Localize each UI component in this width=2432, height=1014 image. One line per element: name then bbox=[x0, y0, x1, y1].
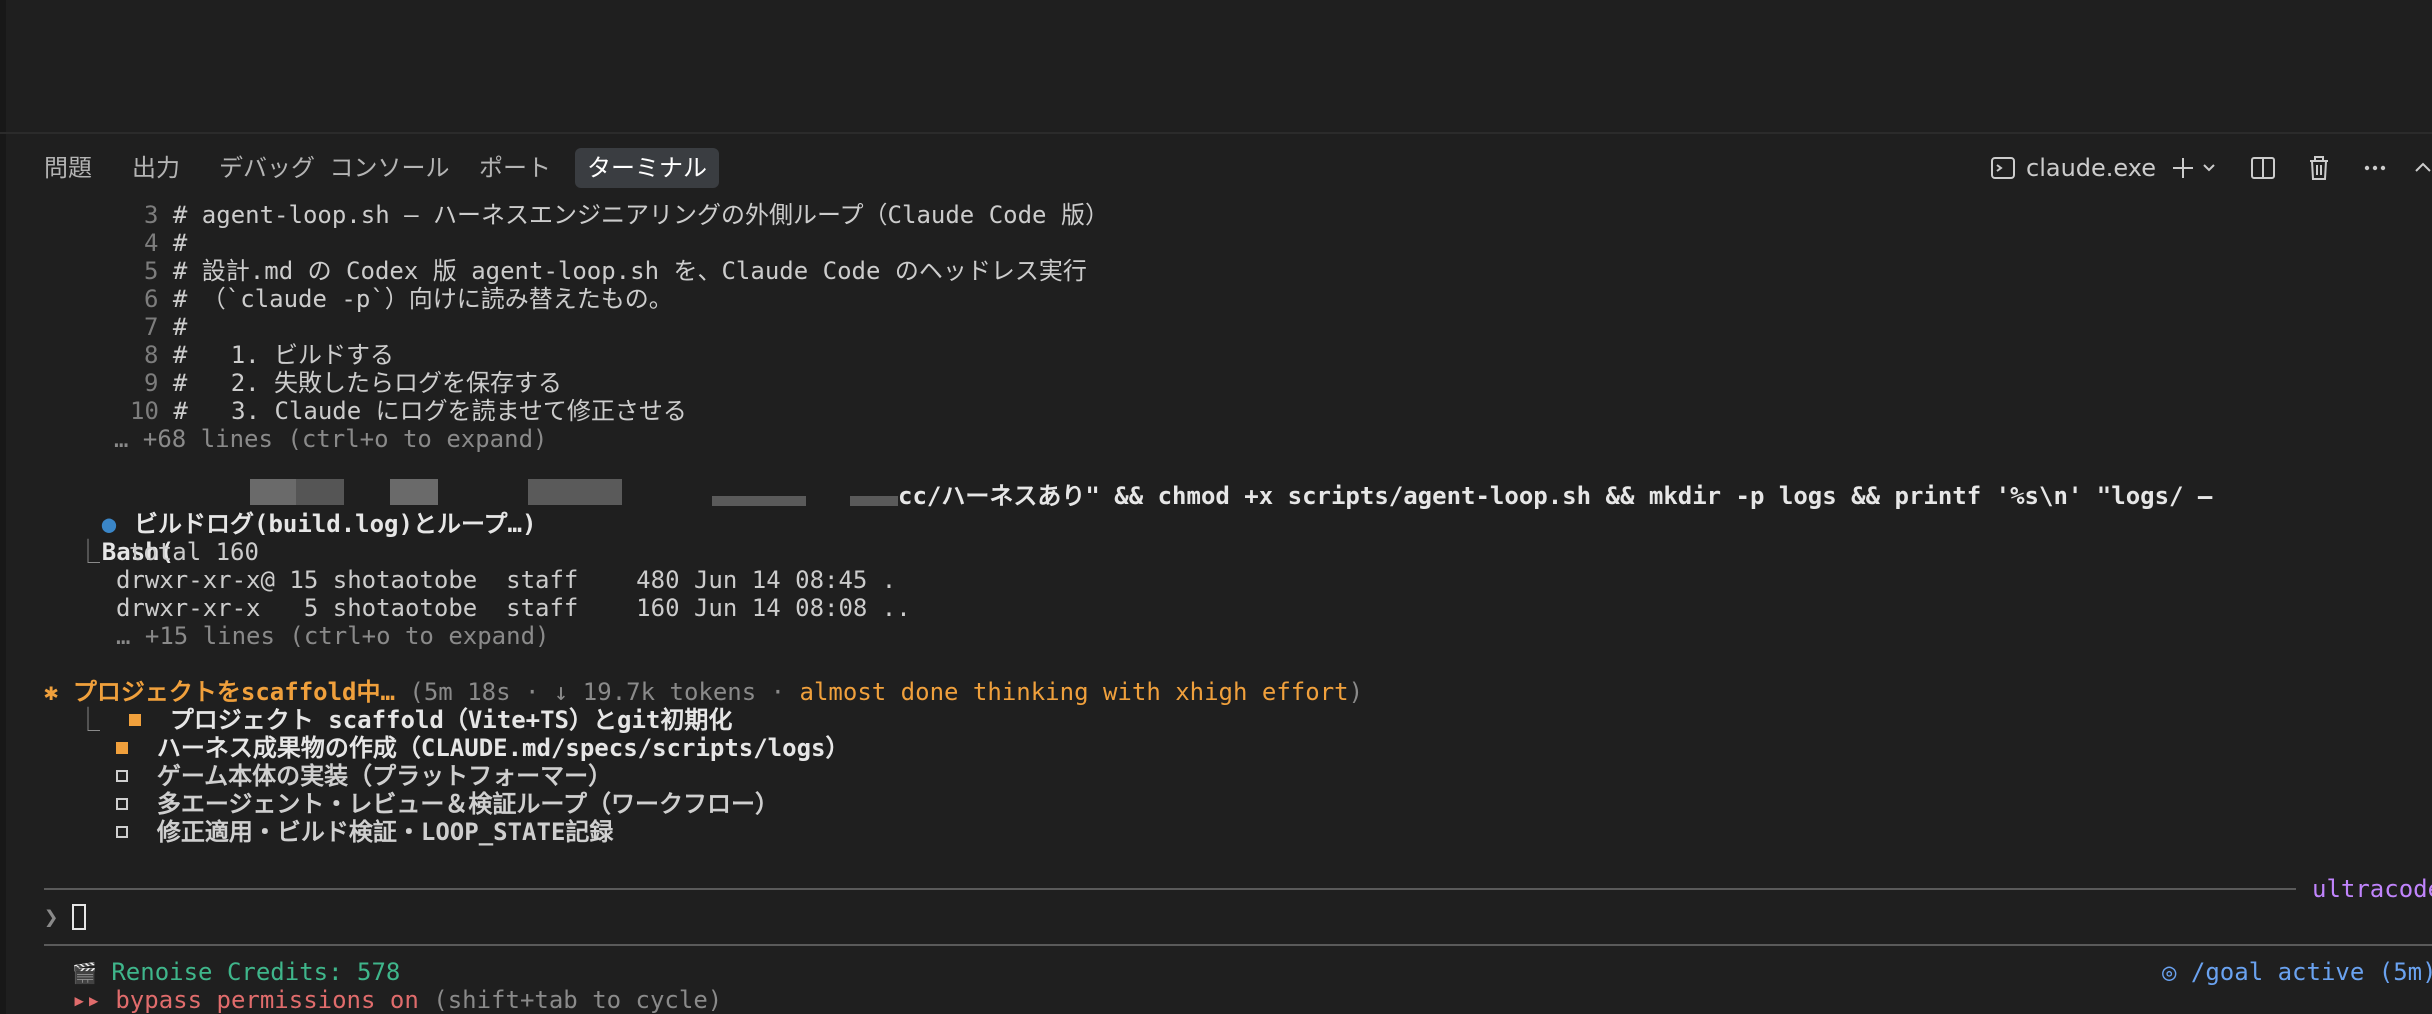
kill-terminal-button[interactable] bbox=[2306, 146, 2332, 190]
todo-pending-icon bbox=[116, 797, 128, 810]
redacted-text bbox=[850, 496, 898, 506]
status-line: ✱ プロジェクトをscaffold中… (5m 18s · ↓ 19.7k to… bbox=[44, 678, 1364, 706]
todo-item: ゲーム本体の実装（プラットフォーマー） bbox=[116, 762, 612, 790]
plus-icon bbox=[2170, 155, 2196, 181]
redacted-text bbox=[296, 479, 344, 505]
split-icon bbox=[2250, 155, 2276, 181]
todo-in-progress-icon bbox=[116, 741, 128, 754]
redacted-text bbox=[528, 479, 622, 505]
tab-output[interactable]: 出力 bbox=[120, 148, 192, 188]
trash-icon bbox=[2306, 155, 2332, 181]
chevron-down-icon[interactable] bbox=[2202, 161, 2216, 175]
todo-pending-icon bbox=[116, 825, 128, 838]
new-terminal-button[interactable] bbox=[2170, 146, 2216, 190]
split-terminal-button[interactable] bbox=[2250, 146, 2276, 190]
todo-item: 修正適用・ビルド検証・LOOP_STATE記録 bbox=[116, 818, 613, 846]
output-line: drwxr-xr-x 5 shotaotobe staff 160 Jun 14… bbox=[116, 594, 911, 622]
chevron-up-icon bbox=[2414, 159, 2432, 177]
tree-corner-icon: ⎿ bbox=[76, 706, 100, 734]
tab-problems[interactable]: 問題 bbox=[32, 148, 104, 188]
tree-corner-icon: ⎿ bbox=[76, 538, 100, 566]
terminal-icon bbox=[1990, 155, 2016, 181]
bash-call-line: ● Bash( bbox=[101, 510, 175, 566]
output-line: ⎿ total 160 bbox=[76, 538, 259, 566]
todo-pending-icon bbox=[116, 769, 128, 782]
input-separator-top bbox=[44, 888, 2296, 890]
editor-area bbox=[0, 0, 2432, 132]
redacted-text bbox=[390, 479, 438, 505]
prompt-symbol: ❯ bbox=[44, 903, 59, 931]
bash-command-text: cc/ハーネスあり" && chmod +x scripts/agent-loo… bbox=[898, 482, 2213, 510]
redacted-text bbox=[712, 496, 806, 506]
todo-item: 多エージェント・レビュー＆検証ループ（ワークフロー） bbox=[116, 790, 779, 818]
code-line: 7 # bbox=[144, 313, 188, 341]
todo-item: ⎿ プロジェクト scaffold（Vite+TS）とgit初期化 bbox=[76, 706, 733, 734]
code-line: 9 # 2. 失敗したらログを保存する bbox=[144, 369, 563, 397]
tab-ports[interactable]: ポート bbox=[467, 148, 563, 188]
tab-debug-console[interactable]: デバッグ コンソール bbox=[207, 148, 461, 188]
credits-line: 🎬 Renoise Credits: 578 bbox=[72, 958, 401, 986]
spinner-star-icon: ✱ bbox=[44, 678, 59, 706]
bypass-permissions-line[interactable]: ▸▸ bypass permissions on (shift+tab to c… bbox=[72, 986, 722, 1014]
more-actions-button[interactable] bbox=[2362, 146, 2388, 190]
bullet-dot-icon: ● bbox=[101, 510, 117, 538]
terminal-name: claude.exe bbox=[2026, 154, 2156, 182]
expand-hint[interactable]: … +68 lines (ctrl+o to expand) bbox=[114, 425, 547, 453]
todo-in-progress-icon bbox=[128, 713, 141, 726]
code-line: 5 # 設計.md の Codex 版 agent-loop.sh を、Clau… bbox=[144, 257, 1087, 285]
code-line: 4 # bbox=[144, 229, 188, 257]
code-line: 6 # （`claude -p`）向けに読み替えたもの。 bbox=[144, 285, 673, 313]
code-line: 10 # 3. Claude にログを読ませて修正させる bbox=[130, 397, 687, 425]
double-arrow-icon: ▸▸ bbox=[72, 986, 101, 1014]
terminal-selector[interactable]: claude.exe bbox=[1990, 146, 2156, 190]
code-line: 8 # 1. ビルドする bbox=[144, 341, 395, 369]
input-separator-bottom bbox=[44, 944, 2432, 946]
todo-item: ハーネス成果物の作成（CLAUDE.md/specs/scripts/logs） bbox=[116, 734, 849, 762]
ellipsis-icon bbox=[2362, 155, 2388, 181]
code-line: 3 # agent-loop.sh — ハーネスエンジニアリングの外側ループ（C… bbox=[144, 201, 1109, 229]
prompt-input[interactable] bbox=[72, 900, 2372, 934]
clapper-icon: 🎬 bbox=[72, 961, 97, 985]
redacted-text bbox=[250, 479, 296, 505]
output-line: drwxr-xr-x@ 15 shotaotobe staff 480 Jun … bbox=[116, 566, 897, 594]
tab-terminal[interactable]: ターミナル bbox=[575, 148, 719, 188]
maximize-panel-button[interactable] bbox=[2414, 146, 2432, 190]
bash-command-text: ビルドログ(build.log)とループ…) bbox=[134, 510, 537, 538]
mode-label: ultracode bbox=[2312, 875, 2432, 903]
goal-status[interactable]: ◎ /goal active (5m) bbox=[2162, 958, 2432, 986]
expand-hint[interactable]: … +15 lines (ctrl+o to expand) bbox=[116, 622, 549, 650]
